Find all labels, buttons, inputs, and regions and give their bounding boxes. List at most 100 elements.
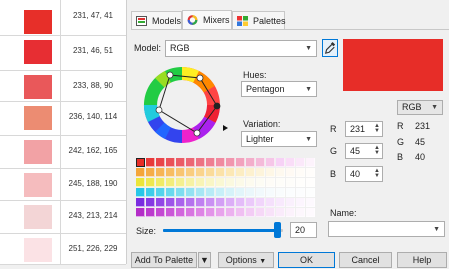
color-grid-cell[interactable] — [286, 188, 295, 197]
color-grid-cell[interactable] — [236, 168, 245, 177]
color-grid-cell[interactable] — [296, 168, 305, 177]
swatch-row[interactable]: 245, 188, 190 — [0, 168, 126, 201]
color-grid-cell[interactable] — [226, 188, 235, 197]
cancel-button[interactable]: Cancel — [339, 252, 392, 268]
color-grid-cell[interactable] — [296, 198, 305, 207]
color-grid-cell[interactable] — [156, 208, 165, 217]
color-model-select[interactable]: RGB ▼ — [397, 100, 443, 115]
color-grid-cell[interactable] — [186, 188, 195, 197]
color-grid-cell[interactable] — [256, 208, 265, 217]
color-grid-cell[interactable] — [196, 158, 205, 167]
color-grid-cell[interactable] — [206, 198, 215, 207]
color-grid-cell[interactable] — [256, 178, 265, 187]
swatch-row[interactable]: 242, 162, 165 — [0, 135, 126, 169]
color-grid-cell[interactable] — [296, 208, 305, 217]
color-grid-cell[interactable] — [186, 168, 195, 177]
hues-select[interactable]: Pentagon ▼ — [241, 81, 317, 97]
color-grid-cell[interactable] — [176, 198, 185, 207]
size-slider-thumb[interactable] — [274, 222, 281, 238]
color-grid-cell[interactable] — [156, 168, 165, 177]
color-grid-cell[interactable] — [256, 198, 265, 207]
color-grid-cell[interactable] — [146, 188, 155, 197]
color-grid-cell[interactable] — [156, 188, 165, 197]
add-to-palette-button[interactable]: Add To Palette — [131, 252, 197, 268]
color-grid-cell[interactable] — [276, 158, 285, 167]
color-grid-cell[interactable] — [276, 198, 285, 207]
color-grid-cell[interactable] — [296, 178, 305, 187]
color-grid-cell[interactable] — [256, 168, 265, 177]
color-grid-cell[interactable] — [176, 178, 185, 187]
color-grid-cell[interactable] — [306, 208, 315, 217]
color-grid-cell[interactable] — [216, 188, 225, 197]
color-grid-cell[interactable] — [136, 208, 145, 217]
color-grid-cell[interactable] — [266, 158, 275, 167]
color-grid-cell[interactable] — [306, 198, 315, 207]
color-grid-cell[interactable] — [186, 178, 195, 187]
color-grid-cell[interactable] — [266, 168, 275, 177]
color-grid-cell[interactable] — [236, 208, 245, 217]
color-grid-cell[interactable] — [246, 168, 255, 177]
size-input[interactable]: 20 — [290, 222, 317, 238]
color-grid-cell[interactable] — [166, 178, 175, 187]
color-grid-cell[interactable] — [216, 208, 225, 217]
color-grid-cell[interactable] — [246, 198, 255, 207]
g-spinner[interactable]: 45 ▲ ▼ — [345, 143, 383, 159]
color-grid-cell[interactable] — [266, 188, 275, 197]
help-button[interactable]: Help — [397, 252, 447, 268]
color-grid-cell[interactable] — [266, 198, 275, 207]
color-grid-cell[interactable] — [146, 198, 155, 207]
color-grid-cell[interactable] — [166, 188, 175, 197]
tab-palettes[interactable]: Palettes — [232, 11, 286, 29]
color-grid-cell[interactable] — [186, 198, 195, 207]
options-button[interactable]: Options ▼ — [218, 252, 274, 268]
color-grid-cell[interactable] — [286, 158, 295, 167]
color-grid-cell[interactable] — [236, 158, 245, 167]
color-grid-cell[interactable] — [206, 208, 215, 217]
color-grid-cell[interactable] — [136, 178, 145, 187]
add-to-palette-dropdown[interactable]: ▼ — [198, 252, 211, 268]
color-grid-cell[interactable] — [226, 178, 235, 187]
model-select[interactable]: RGB ▼ — [165, 40, 317, 57]
color-grid-cell[interactable] — [136, 168, 145, 177]
eyedropper-button[interactable] — [322, 39, 338, 57]
color-grid-cell[interactable] — [176, 208, 185, 217]
color-grid-cell[interactable] — [296, 188, 305, 197]
color-grid-cell[interactable] — [136, 158, 145, 167]
swatch-row[interactable]: 251, 226, 229 — [0, 233, 126, 265]
color-grid-cell[interactable] — [146, 158, 155, 167]
color-grid-cell[interactable] — [146, 208, 155, 217]
color-grid-cell[interactable] — [206, 158, 215, 167]
color-grid-cell[interactable] — [276, 178, 285, 187]
color-grid-cell[interactable] — [196, 198, 205, 207]
color-grid-cell[interactable] — [186, 208, 195, 217]
swatch-row[interactable]: 231, 47, 41 — [0, 0, 126, 36]
color-grid-cell[interactable] — [156, 158, 165, 167]
color-grid-cell[interactable] — [286, 208, 295, 217]
color-grid-cell[interactable] — [216, 198, 225, 207]
r-spinner[interactable]: 231 ▲ ▼ — [345, 121, 383, 137]
color-grid-cell[interactable] — [266, 178, 275, 187]
color-grid-cell[interactable] — [236, 178, 245, 187]
color-grid-cell[interactable] — [166, 208, 175, 217]
color-grid-cell[interactable] — [306, 168, 315, 177]
swatch-row[interactable]: 243, 213, 214 — [0, 200, 126, 234]
color-grid-cell[interactable] — [216, 178, 225, 187]
color-grid-cell[interactable] — [146, 168, 155, 177]
color-wheel[interactable] — [137, 65, 239, 145]
color-grid-cell[interactable] — [246, 188, 255, 197]
color-grid-cell[interactable] — [226, 168, 235, 177]
variation-select[interactable]: Lighter ▼ — [241, 131, 317, 147]
color-grid-cell[interactable] — [246, 178, 255, 187]
color-grid-cell[interactable] — [196, 208, 205, 217]
color-grid-cell[interactable] — [276, 188, 285, 197]
swatch-row[interactable]: 233, 88, 90 — [0, 70, 126, 102]
color-grid-cell[interactable] — [226, 198, 235, 207]
color-grid-cell[interactable] — [166, 198, 175, 207]
color-grid-cell[interactable] — [246, 158, 255, 167]
color-grid-cell[interactable] — [206, 178, 215, 187]
color-grid-cell[interactable] — [196, 168, 205, 177]
tab-mixers[interactable]: Mixers — [182, 10, 232, 29]
color-grid-cell[interactable] — [276, 208, 285, 217]
color-grid-cell[interactable] — [136, 188, 145, 197]
color-grid-cell[interactable] — [216, 158, 225, 167]
